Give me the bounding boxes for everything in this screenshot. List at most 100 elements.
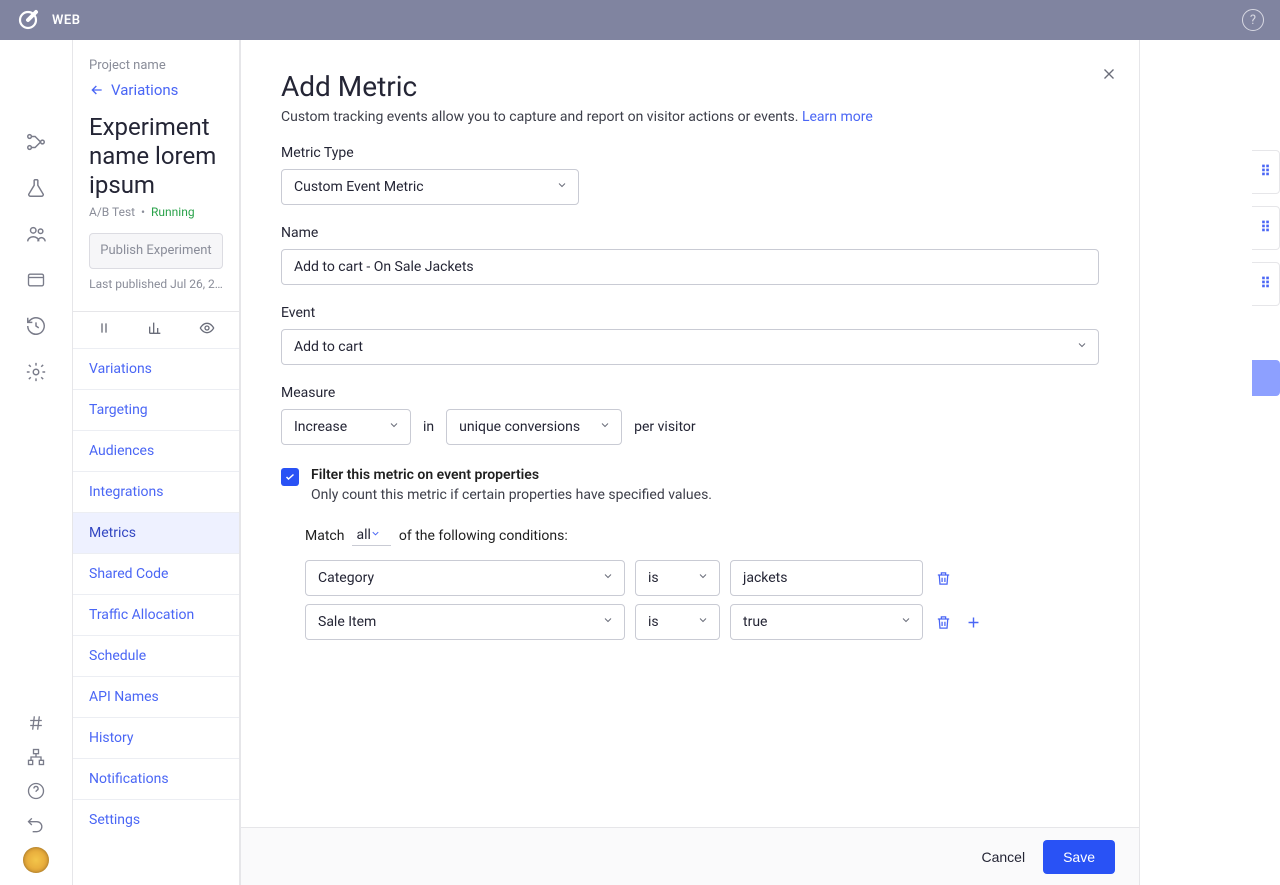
gear-icon[interactable] [24,360,48,384]
sidebar-item-targeting[interactable]: Targeting [73,389,239,430]
sidebar-item-metrics[interactable]: Metrics [73,512,239,553]
filter-checkbox[interactable] [281,468,299,486]
condition-value-input[interactable]: jackets [730,560,923,596]
window-icon[interactable] [24,268,48,292]
sidebar-nav: Variations Targeting Audiences Integrati… [73,348,239,840]
condition-value-text: jackets [743,570,787,586]
match-mode-select[interactable]: all [352,525,390,546]
avatar[interactable] [23,847,49,873]
condition-property-value: Sale Item [318,614,376,630]
modal-subtitle: Custom tracking events allow you to capt… [281,109,1099,125]
condition-property-value: Category [318,570,374,586]
measure-unit-select[interactable]: unique conversions [446,409,622,445]
name-value: Add to cart - On Sale Jackets [294,259,474,275]
match-prefix: Match [305,528,344,544]
sidebar-item-traffic-allocation[interactable]: Traffic Allocation [73,594,239,635]
condition-property-select[interactable]: Category [305,560,625,596]
condition-property-select[interactable]: Sale Item [305,604,625,640]
sitemap-icon[interactable] [24,745,48,769]
sidebar-item-audiences[interactable]: Audiences [73,430,239,471]
bg-primary-button [1252,360,1280,396]
sidebar-item-api-names[interactable]: API Names [73,676,239,717]
help-icon[interactable]: ? [1242,9,1264,31]
condition-row: Category is jackets [305,560,1099,596]
condition-row: Sale Item is true [305,604,1099,640]
check-icon [284,471,296,483]
sidebar-toolbar [73,311,239,348]
filter-description: Only count this metric if certain proper… [311,487,712,503]
topbar: WEB ? [0,0,1280,40]
event-select[interactable]: Add to cart [281,329,1099,365]
modal-footer: Cancel Save [241,827,1139,885]
bg-drag-handle: ⠿ [1252,150,1280,194]
match-suffix: of the following conditions: [399,528,568,544]
sidebar-item-schedule[interactable]: Schedule [73,635,239,676]
chevron-down-icon [697,614,709,630]
chevron-down-icon [556,179,568,195]
chart-icon[interactable] [147,320,163,340]
delete-condition-icon[interactable] [933,568,953,588]
name-label: Name [281,225,1099,241]
chevron-down-icon [602,614,614,630]
back-to-variations[interactable]: Variations [89,81,223,99]
sidebar-item-variations[interactable]: Variations [73,348,239,389]
brand-label: WEB [52,13,81,28]
cancel-button[interactable]: Cancel [981,849,1025,865]
modal-subtitle-text: Custom tracking events allow you to capt… [281,109,802,125]
publish-button[interactable]: Publish Experiment [89,233,223,269]
add-metric-modal: Add Metric Custom tracking events allow … [240,40,1140,885]
bg-drag-handle: ⠿ [1252,206,1280,250]
bg-drag-handle: ⠿ [1252,262,1280,306]
history-icon[interactable] [24,314,48,338]
chevron-down-icon [1076,339,1088,355]
sidebar-item-integrations[interactable]: Integrations [73,471,239,512]
measure-direction-select[interactable]: Increase [281,409,411,445]
hash-icon[interactable] [24,711,48,735]
status-badge: Running [151,205,195,219]
test-type-label: A/B Test [89,205,135,219]
experiment-meta: A/B Test • Running [89,205,223,219]
condition-value-text: true [743,614,767,630]
flask-icon[interactable] [24,176,48,200]
sidebar-item-settings[interactable]: Settings [73,799,239,840]
event-label: Event [281,305,1099,321]
last-published-label: Last published Jul 26, 2… [89,277,223,291]
experiment-title: Experiment name lorem ipsum [89,113,223,199]
chevron-down-icon [697,570,709,586]
filter-label: Filter this metric on event properties [311,467,712,483]
condition-operator-select[interactable]: is [635,604,720,640]
metric-type-value: Custom Event Metric [294,179,424,195]
condition-operator-value: is [648,570,659,586]
back-label: Variations [111,81,178,99]
chevron-down-icon [388,419,400,435]
name-input[interactable]: Add to cart - On Sale Jackets [281,249,1099,285]
eye-icon[interactable] [198,320,216,340]
condition-operator-select[interactable]: is [635,560,720,596]
sidebar-item-history[interactable]: History [73,717,239,758]
pause-icon[interactable] [96,320,112,340]
chevron-down-icon [370,527,381,543]
metric-type-select[interactable]: Custom Event Metric [281,169,579,205]
project-name-label: Project name [89,58,223,73]
measure-label: Measure [281,385,1099,401]
chevron-down-icon [900,614,912,630]
sidebar: Project name Variations Experiment name … [72,40,240,885]
sidebar-item-shared-code[interactable]: Shared Code [73,553,239,594]
measure-in-label: in [423,419,434,435]
measure-direction-value: Increase [294,419,347,435]
sidebar-item-notifications[interactable]: Notifications [73,758,239,799]
app-logo-icon [16,8,40,32]
arrow-left-icon [89,82,105,98]
match-mode-value: all [356,527,370,543]
flow-icon[interactable] [24,130,48,154]
condition-value-select[interactable]: true [730,604,923,640]
help-small-icon[interactable] [24,779,48,803]
undo-icon[interactable] [24,813,48,837]
save-button[interactable]: Save [1043,840,1115,874]
event-value: Add to cart [294,339,363,355]
learn-more-link[interactable]: Learn more [802,109,873,125]
delete-condition-icon[interactable] [933,612,953,632]
add-condition-icon[interactable] [963,612,983,632]
close-icon[interactable] [1097,62,1121,86]
audience-icon[interactable] [24,222,48,246]
